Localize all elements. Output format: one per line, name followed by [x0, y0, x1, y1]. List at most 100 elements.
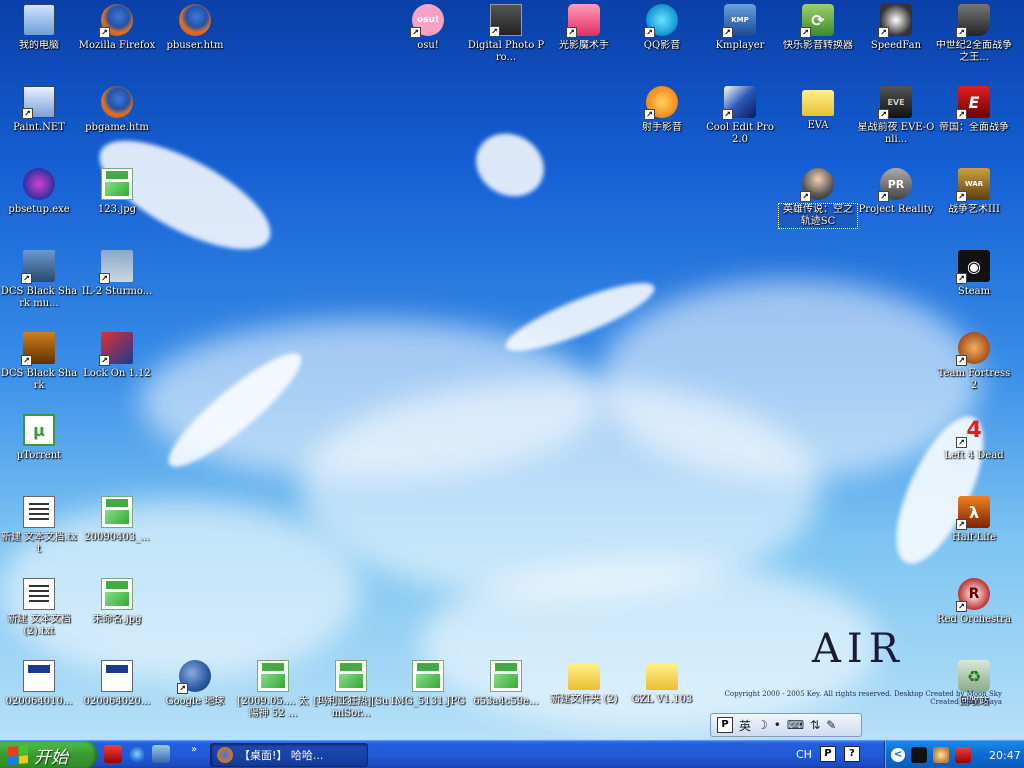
taskbar-button-label: 【桌面!】 哈哈...: [239, 749, 324, 762]
tray-expand-icon[interactable]: <: [891, 748, 905, 762]
desktop-icon[interactable]: 新建 文本文档 (2).txt: [0, 576, 78, 654]
jpeg-file-icon: [257, 660, 289, 692]
tray-player-icon[interactable]: [955, 747, 971, 763]
desktop-icon-label: Red Orchestra: [937, 614, 1011, 625]
desktop-icon[interactable]: pbsetup.exe: [0, 166, 78, 244]
tray-app-icon[interactable]: [911, 747, 927, 763]
taskbar: 开始 » 【桌面!】 哈哈... CH P ? < 20:47: [0, 740, 1024, 768]
punctuation-icon[interactable]: •: [774, 718, 781, 732]
google-earth-icon: ↗: [177, 660, 211, 694]
keyboard-icon[interactable]: ⌨: [787, 718, 804, 732]
desktop-icon[interactable]: [玛利亚狂热][SumiSor...: [312, 658, 390, 736]
desktop-icon[interactable]: ↗ 英雄传说：空之轨迹SC: [778, 166, 858, 244]
desktop-icon[interactable]: E ↗ 帝国：全面战争: [935, 84, 1013, 162]
desktop-icon[interactable]: ↗ DCS Black Shark mu...: [0, 248, 78, 326]
quick-launch-chevron[interactable]: »: [191, 744, 197, 755]
desktop-icon-label: Google 地球: [165, 696, 225, 707]
desktop-icon[interactable]: PR ↗ Project Reality: [857, 166, 935, 244]
desktop-icon[interactable]: pbgame.htm: [78, 84, 156, 162]
icon-glyph: PR: [887, 177, 905, 191]
desktop-icon[interactable]: EVA: [779, 84, 857, 162]
desktop-icon[interactable]: IMG_5131.JPG: [389, 658, 467, 736]
desktop-icon-label: QQ影音: [643, 40, 681, 51]
shortcut-arrow-icon: ↗: [722, 27, 733, 38]
jpeg-file-icon: [490, 660, 522, 692]
desktop-icon[interactable]: ↗ Mozilla Firefox: [78, 2, 156, 80]
show-desktop-icon[interactable]: [152, 745, 170, 763]
desktop-icon[interactable]: ⟳ ↗ 快乐影音转换器: [779, 2, 857, 80]
desktop-icon[interactable]: EVE ↗ 星战前夜 EVE-Onli...: [857, 84, 935, 162]
player-quick-icon[interactable]: [104, 745, 122, 763]
desktop-icon[interactable]: 653a4c59e...: [467, 658, 545, 736]
clock[interactable]: 20:47: [989, 749, 1021, 762]
internet-explorer-icon[interactable]: [128, 745, 146, 763]
desktop-icon[interactable]: µ µTorrent: [0, 412, 78, 490]
html-file-icon: [101, 86, 133, 118]
desktop-icon[interactable]: ↗ 光影魔术手: [545, 2, 623, 80]
project-reality-icon: PR ↗: [878, 168, 912, 202]
help-icon[interactable]: ?: [843, 746, 860, 762]
desktop-icon[interactable]: ↗ Google 地球: [156, 658, 234, 736]
moon-icon[interactable]: ☽: [757, 718, 768, 732]
desktop-icon[interactable]: 新建 文本文档.txt: [0, 494, 78, 572]
desktop-icon-label: osu!: [417, 40, 439, 51]
wallpaper-air-logo: AIR: [812, 626, 905, 672]
desktop-icon[interactable]: ↗ Cool Edit Pro 2.0: [701, 84, 779, 162]
desktop-icon[interactable]: ↗ IL-2 Sturmo...: [78, 248, 156, 326]
wallpaper-feather: [464, 121, 556, 209]
desktop-icon[interactable]: 新建文件夹 (2): [545, 658, 623, 736]
desktop-icon[interactable]: ↗ Paint.NET: [0, 84, 78, 162]
ime-tray-icon[interactable]: P: [819, 746, 836, 762]
desktop-icon[interactable]: ↗ Lock On 1.12: [78, 330, 156, 408]
shortcut-arrow-icon: ↗: [99, 355, 110, 366]
tray-character-icon[interactable]: [933, 747, 949, 763]
desktop-icon[interactable]: ↗ Team Fortress 2: [935, 330, 1013, 408]
desktop-icon-label: Cool Edit Pro 2.0: [706, 122, 774, 145]
ime-icon[interactable]: P: [717, 717, 733, 733]
desktop-icon[interactable]: ↗ SpeedFan: [857, 2, 935, 80]
desktop-icon[interactable]: 4 ↗ Left 4 Dead: [935, 412, 1013, 490]
desktop-icon[interactable]: osu! ↗ osu!: [389, 2, 467, 80]
input-method-tray: CH P ?: [796, 746, 860, 762]
desktop-icon[interactable]: GZL V1.103: [623, 658, 701, 736]
lock-on-icon: ↗: [99, 332, 133, 366]
settings-icon[interactable]: ✎: [826, 718, 836, 732]
language-bar[interactable]: P 英 ☽ • ⌨ ⇅ ✎: [710, 713, 862, 737]
language-indicator[interactable]: CH: [796, 748, 812, 761]
language-toggle[interactable]: 英: [739, 717, 751, 734]
desktop-icon[interactable]: 未命名.jpg: [78, 576, 156, 654]
folder-icon: [802, 90, 834, 116]
camera-icon: ↗: [489, 4, 522, 37]
desktop-icon[interactable]: ↗ 中世纪2全面战争之王...: [935, 2, 1013, 80]
desktop-icon[interactable]: 020064020...: [78, 658, 156, 736]
shortcut-arrow-icon: ↗: [878, 27, 889, 38]
desktop-icon-label: Paint.NET: [13, 122, 65, 133]
desktop-icon[interactable]: ↗ QQ影音: [623, 2, 701, 80]
shortcut-arrow-icon: ↗: [800, 191, 811, 202]
desktop-icon-label: Steam: [957, 286, 991, 297]
desktop-icon[interactable]: pbuser.htm: [156, 2, 234, 80]
quick-launch: [104, 745, 170, 763]
desktop-icon[interactable]: 20090403_...: [78, 494, 156, 572]
shortcut-arrow-icon: ↗: [99, 27, 110, 38]
desktop-icon[interactable]: ↗ Digital Photo Pro...: [467, 2, 545, 80]
icon-glyph: E: [968, 92, 980, 112]
fan-icon: ↗: [878, 4, 912, 38]
player-icon: ↗: [644, 86, 678, 120]
desktop-icon[interactable]: ↗ 射手影音: [623, 84, 701, 162]
desktop-icon[interactable]: ↗ DCS Black Shark: [0, 330, 78, 408]
desktop-icon[interactable]: 020064010...: [0, 658, 78, 736]
tools-icon[interactable]: ⇅: [810, 718, 820, 732]
desktop-icon[interactable]: WAR ↗ 战争艺术III: [935, 166, 1013, 244]
folder-icon: [646, 664, 678, 690]
desktop-icon[interactable]: R ↗ Red Orchestra: [935, 576, 1013, 654]
desktop-icon[interactable]: KMP ↗ Kmplayer: [701, 2, 779, 80]
desktop-icon[interactable]: [2009.05.... 太陽神 52 ...: [234, 658, 312, 736]
desktop-icon[interactable]: λ ↗ Half-Life: [935, 494, 1013, 572]
desktop-icon[interactable]: 123.jpg: [78, 166, 156, 244]
desktop-icon[interactable]: 我的电脑: [0, 2, 78, 80]
shortcut-arrow-icon: ↗: [878, 191, 889, 202]
start-button[interactable]: 开始: [0, 741, 97, 768]
taskbar-button-firefox[interactable]: 【桌面!】 哈哈...: [210, 743, 368, 767]
desktop-icon[interactable]: ◉ ↗ Steam: [935, 248, 1013, 326]
